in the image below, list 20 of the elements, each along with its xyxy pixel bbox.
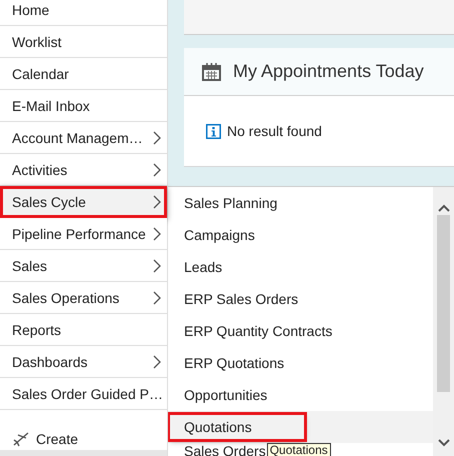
scroll-up-icon[interactable]: [438, 204, 450, 212]
submenu-item[interactable]: Campaigns: [168, 219, 433, 251]
submenu-item[interactable]: ERP Sales Orders: [168, 283, 433, 315]
tooltip: Quotations: [266, 443, 331, 456]
submenu-item[interactable]: Leads: [168, 251, 433, 283]
submenu-item[interactable]: Quotations: [168, 411, 433, 443]
empty-message: No result found: [227, 123, 322, 139]
calendar-icon: [202, 62, 221, 80]
submenu-item[interactable]: ERP Quotations: [168, 347, 433, 379]
submenu-item[interactable]: Sales Planning: [168, 187, 433, 219]
info-icon: [206, 124, 221, 138]
nav-item[interactable]: Sales Cycle: [0, 186, 167, 218]
create-link[interactable]: Create: [36, 431, 78, 447]
submenu-item[interactable]: Sales Orders Quotations: [168, 443, 433, 456]
scrollbar-thumb[interactable]: [437, 215, 450, 392]
scroll-down-icon[interactable]: [438, 439, 450, 447]
submenu-item[interactable]: Opportunities: [168, 379, 433, 411]
card-title: My Appointments Today: [233, 61, 424, 82]
submenu-item[interactable]: ERP Quantity Contracts: [168, 315, 433, 347]
airplane-icon: [12, 431, 30, 447]
